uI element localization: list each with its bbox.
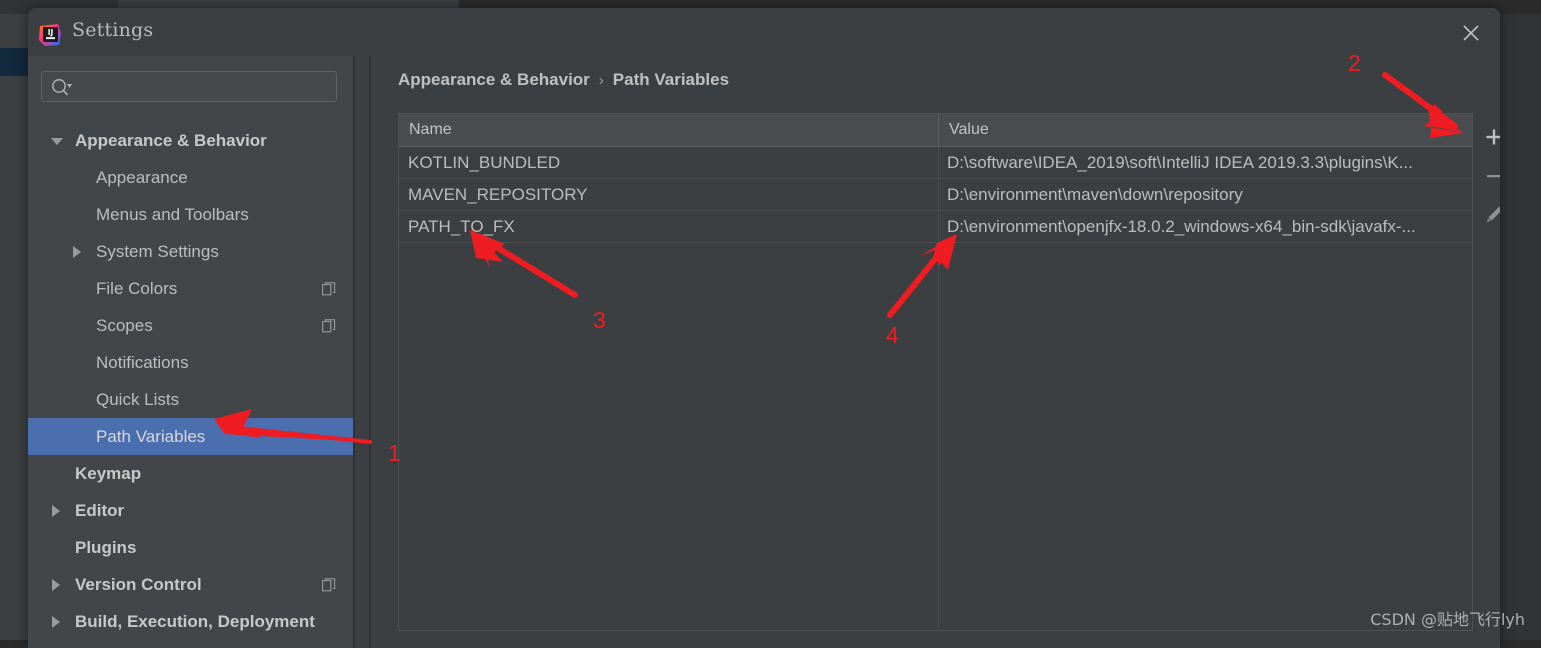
minus-icon [1487,175,1500,178]
table-row[interactable]: KOTLIN_BUNDLED D:\software\IDEA_2019\soft… [399,147,1472,179]
sidebar-item-keymap[interactable]: Keymap [28,455,353,492]
table-cell-value[interactable]: D:\environment\maven\down\repository [947,179,1467,210]
sidebar-item-appearance[interactable]: Appearance [28,159,353,196]
add-variable-button[interactable] [1477,120,1500,154]
sidebar-item-label: Editor [75,500,125,520]
sidebar-splitter[interactable] [355,56,369,648]
watermark: CSDN @贴地飞行lyh [1370,610,1525,629]
copy-settings-icon [322,281,336,296]
table-cell-name[interactable]: MAVEN_REPOSITORY [408,179,588,210]
sidebar-item-system-settings[interactable]: System Settings [28,233,353,270]
sidebar-item-path-variables[interactable]: Path Variables [28,418,353,455]
sidebar-item-version-control[interactable]: Version Control [28,566,353,603]
sidebar-item-label: Scopes [96,315,153,335]
sidebar-item-label: Quick Lists [96,389,180,409]
breadcrumb-separator-icon: › [598,71,604,89]
sidebar-item-notifications[interactable]: Notifications [28,344,353,381]
search-icon [51,78,73,97]
copy-settings-icon [322,318,336,333]
column-header-value[interactable]: Value [949,114,989,146]
sidebar-item-label: Plugins [75,537,137,557]
close-icon[interactable] [1456,18,1486,48]
dialog-title: Settings [72,19,154,41]
settings-dialog: IJ Settings Appearance & Behavior Appeara… [28,8,1500,648]
sidebar-item-label: System Settings [96,241,219,261]
ide-right-panel [1500,14,1541,640]
edit-variable-button[interactable] [1477,198,1500,232]
breadcrumb: Appearance & Behavior › Path Variables [398,70,729,90]
table-row[interactable]: MAVEN_REPOSITORY D:\environment\maven\dow… [399,179,1472,211]
sidebar-item-plugins[interactable]: Plugins [28,529,353,566]
remove-variable-button[interactable] [1477,159,1500,193]
table-cell-value[interactable]: D:\environment\openjfx-18.0.2_windows-x6… [947,211,1467,242]
path-variables-table: Name Value KOTLIN_BUNDLED D:\software\IDE… [398,113,1473,631]
settings-content-pane: Appearance & Behavior › Path Variables N… [371,56,1500,648]
pencil-icon [1487,206,1500,222]
ide-highlighted-line [0,48,28,76]
intellij-idea-logo-icon: IJ [37,22,63,48]
sidebar-item-appearance-behavior[interactable]: Appearance & Behavior [28,122,353,159]
column-header-name[interactable]: Name [409,114,452,146]
search-input[interactable] [41,71,337,102]
table-header-row: Name Value [399,114,1472,147]
dialog-title-bar: IJ Settings [28,8,1500,56]
sidebar-item-file-colors[interactable]: File Colors [28,270,353,307]
sidebar-item-label: Keymap [75,463,142,483]
sidebar-item-editor[interactable]: Editor [28,492,353,529]
sidebar-item-label: Menus and Toolbars [96,204,249,224]
chevron-right-icon[interactable] [73,246,81,258]
table-cell-name[interactable]: PATH_TO_FX [408,211,515,242]
breadcrumb-current: Path Variables [612,70,730,89]
chevron-right-icon[interactable] [52,579,60,591]
chevron-right-icon[interactable] [52,505,60,517]
breadcrumb-root[interactable]: Appearance & Behavior [398,70,590,90]
chevron-down-icon[interactable] [51,138,63,145]
sidebar-item-label: Notifications [96,352,189,372]
sidebar-item-label: File Colors [96,278,178,298]
sidebar-item-menus-and-toolbars[interactable]: Menus and Toolbars [28,196,353,233]
table-row[interactable]: PATH_TO_FX D:\environment\openjfx-18.0.2_… [399,211,1472,243]
sidebar-item-label: Version Control [75,574,202,594]
settings-sidebar: Appearance & Behavior Appearance Menus and… [28,56,353,648]
sidebar-item-label: Appearance & Behavior [75,130,267,150]
sidebar-item-build-execution-deployment[interactable]: Build, Execution, Deployment [28,603,353,640]
table-toolbar [1473,113,1500,631]
table-cell-name[interactable]: KOTLIN_BUNDLED [408,147,560,178]
chevron-right-icon[interactable] [52,616,60,628]
sidebar-item-label: Build, Execution, Deployment [75,611,315,631]
table-cell-value[interactable]: D:\software\IDEA_2019\soft\IntelliJ IDEA… [947,147,1467,178]
column-resize-handle[interactable] [938,114,939,146]
plus-icon [1486,129,1500,145]
copy-settings-icon [322,577,336,592]
sidebar-item-quick-lists[interactable]: Quick Lists [28,381,353,418]
sidebar-item-label: Appearance [96,167,188,187]
sidebar-item-label: Path Variables [96,426,206,446]
svg-text:IJ: IJ [48,28,54,37]
sidebar-item-scopes[interactable]: Scopes [28,307,353,344]
